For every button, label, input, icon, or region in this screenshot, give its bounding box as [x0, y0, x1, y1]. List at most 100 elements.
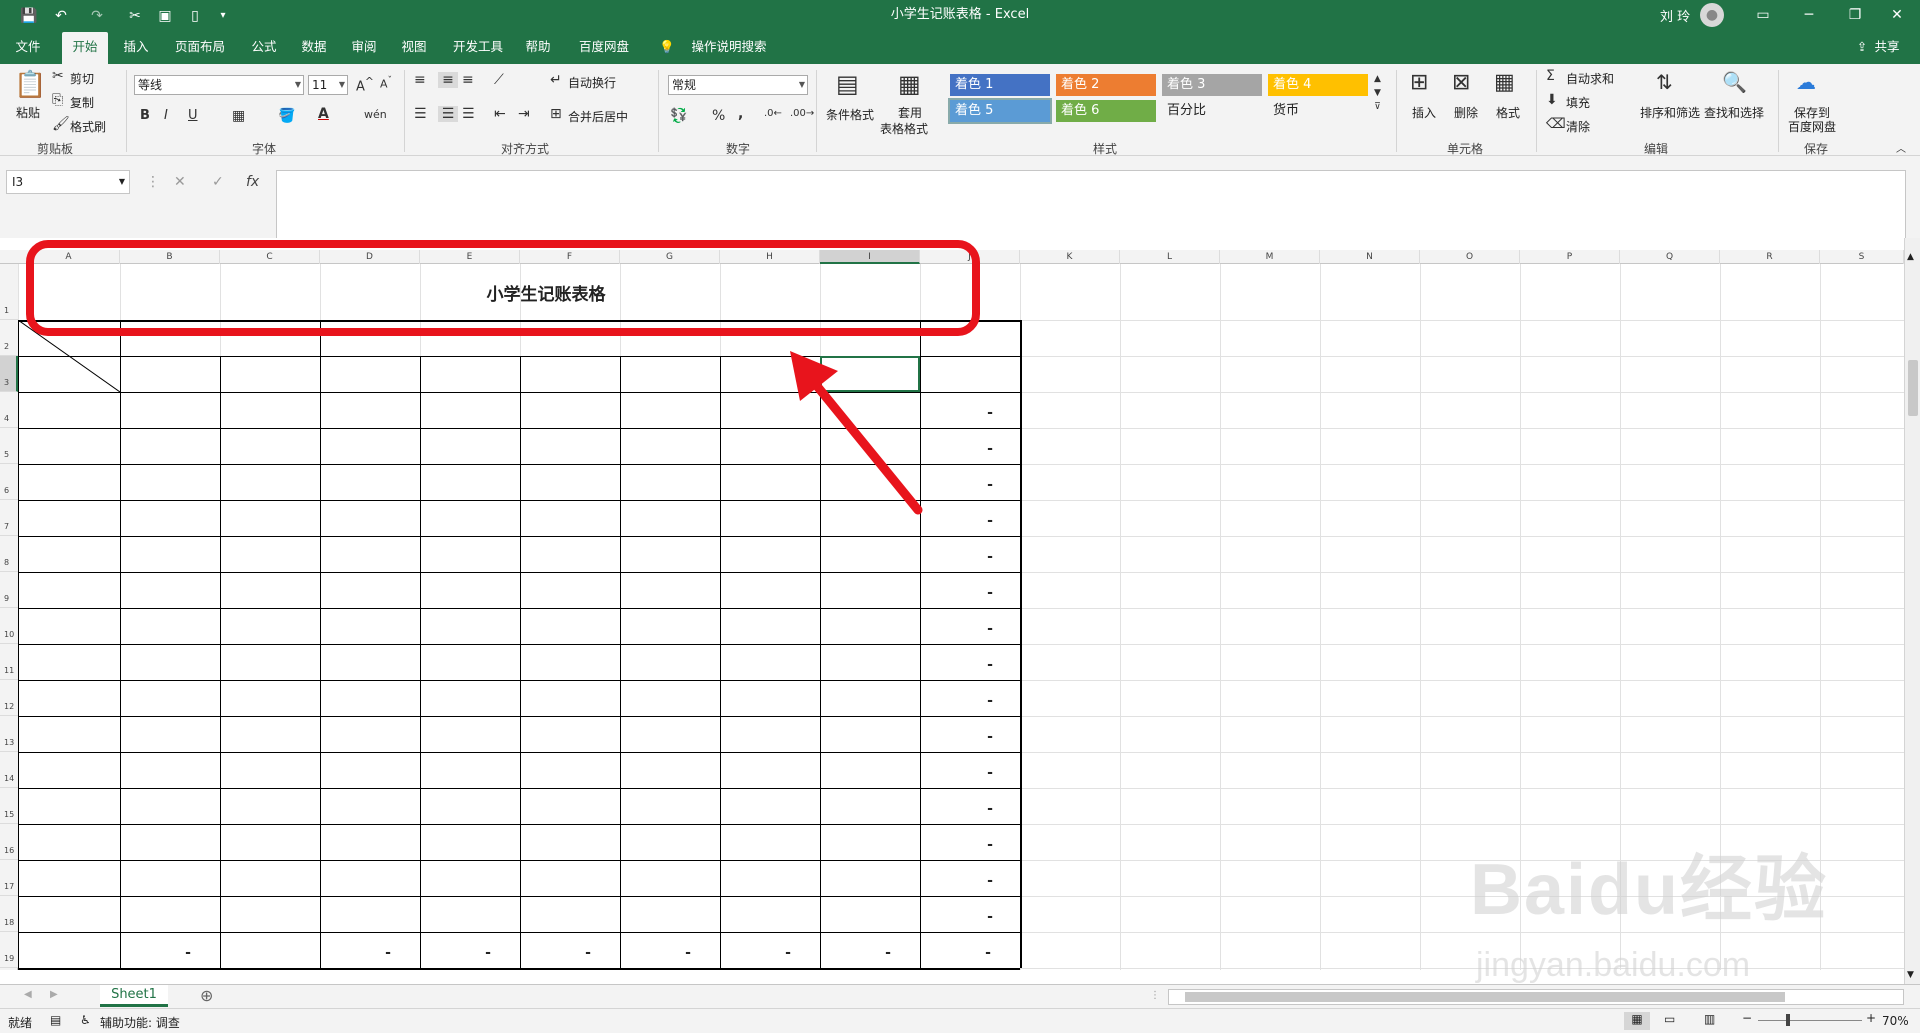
column-header-M[interactable]: M	[1220, 250, 1320, 264]
tab-page-layout[interactable]: 页面布局	[168, 32, 232, 64]
copy-icon[interactable]: ⎘	[52, 92, 63, 108]
grow-font-icon[interactable]: A^	[356, 75, 374, 94]
sort-filter-button[interactable]: 排序和筛选	[1640, 104, 1700, 121]
undo-icon[interactable]: ↶	[50, 6, 72, 26]
align-bottom-icon[interactable]: ≡	[462, 72, 474, 88]
tab-data[interactable]: 数据	[294, 32, 334, 64]
table-format-label-2[interactable]: 表格格式	[880, 120, 928, 137]
row-header-5[interactable]: 5	[0, 428, 18, 464]
row-header-8[interactable]: 8	[0, 536, 18, 572]
row-header-17[interactable]: 17	[0, 860, 18, 896]
row-header-16[interactable]: 16	[0, 824, 18, 860]
row-header-15[interactable]: 15	[0, 788, 18, 824]
table-format-icon[interactable]: ▦	[898, 70, 921, 98]
column-header-L[interactable]: L	[1120, 250, 1220, 264]
font-size-select[interactable]: 11 ▼	[308, 75, 348, 95]
autosum-icon[interactable]: Σ	[1546, 68, 1555, 84]
new-file-icon[interactable]: ▯	[184, 6, 206, 26]
wrap-text-icon[interactable]: ↵	[550, 72, 562, 88]
zoom-in-icon[interactable]: +	[1866, 1011, 1876, 1025]
find-select-button[interactable]: 查找和选择	[1704, 104, 1764, 121]
row-header-3[interactable]: 3	[0, 356, 18, 392]
format-cells-button[interactable]: 格式	[1496, 104, 1520, 121]
zoom-level[interactable]: 70%	[1882, 1014, 1909, 1028]
zoom-out-icon[interactable]: −	[1742, 1011, 1752, 1025]
scrollbar-thumb[interactable]	[1908, 360, 1918, 416]
phonetic-icon[interactable]: wén	[364, 108, 387, 121]
tell-me-search[interactable]: 操作说明搜索	[680, 32, 778, 64]
merge-icon[interactable]: ⊞	[550, 106, 562, 122]
column-header-P[interactable]: P	[1520, 250, 1620, 264]
hscroll-thumb[interactable]	[1185, 992, 1785, 1002]
paste-button[interactable]: 粘贴	[16, 104, 40, 121]
row-header-14[interactable]: 14	[0, 752, 18, 788]
row-header-6[interactable]: 6	[0, 464, 18, 500]
row-header-19[interactable]: 19	[0, 932, 18, 968]
collapse-ribbon-icon[interactable]: ︿	[1896, 140, 1906, 155]
column-header-Q[interactable]: Q	[1620, 250, 1720, 264]
align-center-icon[interactable]: ☰	[438, 106, 458, 122]
minimize-icon[interactable]: ─	[1786, 0, 1832, 32]
cell-style-5[interactable]: 着色 5	[948, 98, 1052, 124]
tab-file[interactable]: 文件	[8, 32, 48, 64]
delete-cells-icon[interactable]: ⊠	[1452, 70, 1470, 95]
fill-color-icon[interactable]: 🪣	[278, 108, 295, 124]
tab-developer[interactable]: 开发工具	[446, 32, 510, 64]
tab-baidu-netdisk[interactable]: 百度网盘	[572, 32, 636, 64]
clear-button[interactable]: 清除	[1566, 118, 1590, 135]
close-icon[interactable]: ✕	[1874, 0, 1920, 32]
enter-icon[interactable]: ✓	[212, 170, 224, 194]
normal-view-icon[interactable]: ▦	[1624, 1012, 1650, 1030]
conditional-format-icon[interactable]: ▤	[836, 70, 859, 98]
sheet-tab-sheet1[interactable]: Sheet1	[100, 985, 168, 1007]
percent-button[interactable]: %	[712, 108, 725, 124]
row-header-12[interactable]: 12	[0, 680, 18, 716]
save-icon[interactable]: 💾	[18, 6, 40, 26]
redo-icon[interactable]: ↷	[86, 6, 108, 26]
save-to-label-2[interactable]: 百度网盘	[1788, 118, 1836, 135]
add-sheet-icon[interactable]: ⊕	[200, 986, 213, 1005]
column-header-O[interactable]: O	[1420, 250, 1520, 264]
scroll-up-icon[interactable]: ▲	[1907, 252, 1914, 262]
ribbon-display-icon[interactable]: ▭	[1740, 0, 1786, 32]
cell-style-3[interactable]: 着色 3	[1162, 74, 1262, 96]
column-header-K[interactable]: K	[1020, 250, 1120, 264]
scroll-down-icon[interactable]: ▼	[1907, 970, 1914, 980]
share-button[interactable]: 共享	[1870, 32, 1904, 64]
cut-ribbon-icon[interactable]: ✂	[52, 68, 64, 84]
name-box[interactable]: I3 ▼	[6, 170, 130, 194]
cell-style-6[interactable]: 着色 6	[1056, 100, 1156, 122]
fill-icon[interactable]: ⬇	[1546, 92, 1558, 108]
paste-icon[interactable]: 📋	[14, 70, 46, 100]
page-layout-view-icon[interactable]: ▭	[1664, 1012, 1675, 1026]
number-format-select[interactable]: 常规 ▼	[668, 75, 808, 95]
macro-record-icon[interactable]: ▤	[50, 1013, 61, 1027]
gallery-scroll-icon[interactable]: ▲ ▼ ⊽	[1374, 72, 1381, 114]
fill-button[interactable]: 填充	[1566, 94, 1590, 111]
orientation-icon[interactable]: ⟋	[494, 72, 504, 88]
cell-style-8[interactable]: 货币	[1268, 100, 1368, 122]
avatar[interactable]: ●	[1700, 3, 1724, 27]
decrease-decimal-icon[interactable]: .00→	[790, 108, 814, 119]
accessibility-status[interactable]: 辅助功能: 调查	[100, 1014, 180, 1031]
align-left-icon[interactable]: ☰	[414, 106, 427, 122]
insert-cells-button[interactable]: 插入	[1412, 104, 1436, 121]
column-header-N[interactable]: N	[1320, 250, 1420, 264]
column-header-S[interactable]: S	[1820, 250, 1904, 264]
shrink-font-icon[interactable]: Aˇ	[380, 75, 392, 91]
clear-icon[interactable]: ⌫	[1546, 116, 1566, 132]
decrease-indent-icon[interactable]: ⇤	[494, 106, 506, 122]
row-header-2[interactable]: 2	[0, 320, 18, 356]
row-header-9[interactable]: 9	[0, 572, 18, 608]
tab-formulas[interactable]: 公式	[244, 32, 284, 64]
format-painter-button[interactable]: 格式刷	[70, 118, 106, 135]
cell-style-7[interactable]: 百分比	[1162, 100, 1262, 122]
autosum-button[interactable]: 自动求和	[1566, 70, 1614, 87]
row-header-7[interactable]: 7	[0, 500, 18, 536]
row-header-11[interactable]: 11	[0, 644, 18, 680]
row-header-13[interactable]: 13	[0, 716, 18, 752]
zoom-slider-thumb[interactable]	[1786, 1014, 1790, 1026]
format-painter-icon[interactable]: 🖌	[52, 116, 70, 132]
restore-icon[interactable]: ❐	[1832, 0, 1878, 32]
column-header-R[interactable]: R	[1720, 250, 1820, 264]
